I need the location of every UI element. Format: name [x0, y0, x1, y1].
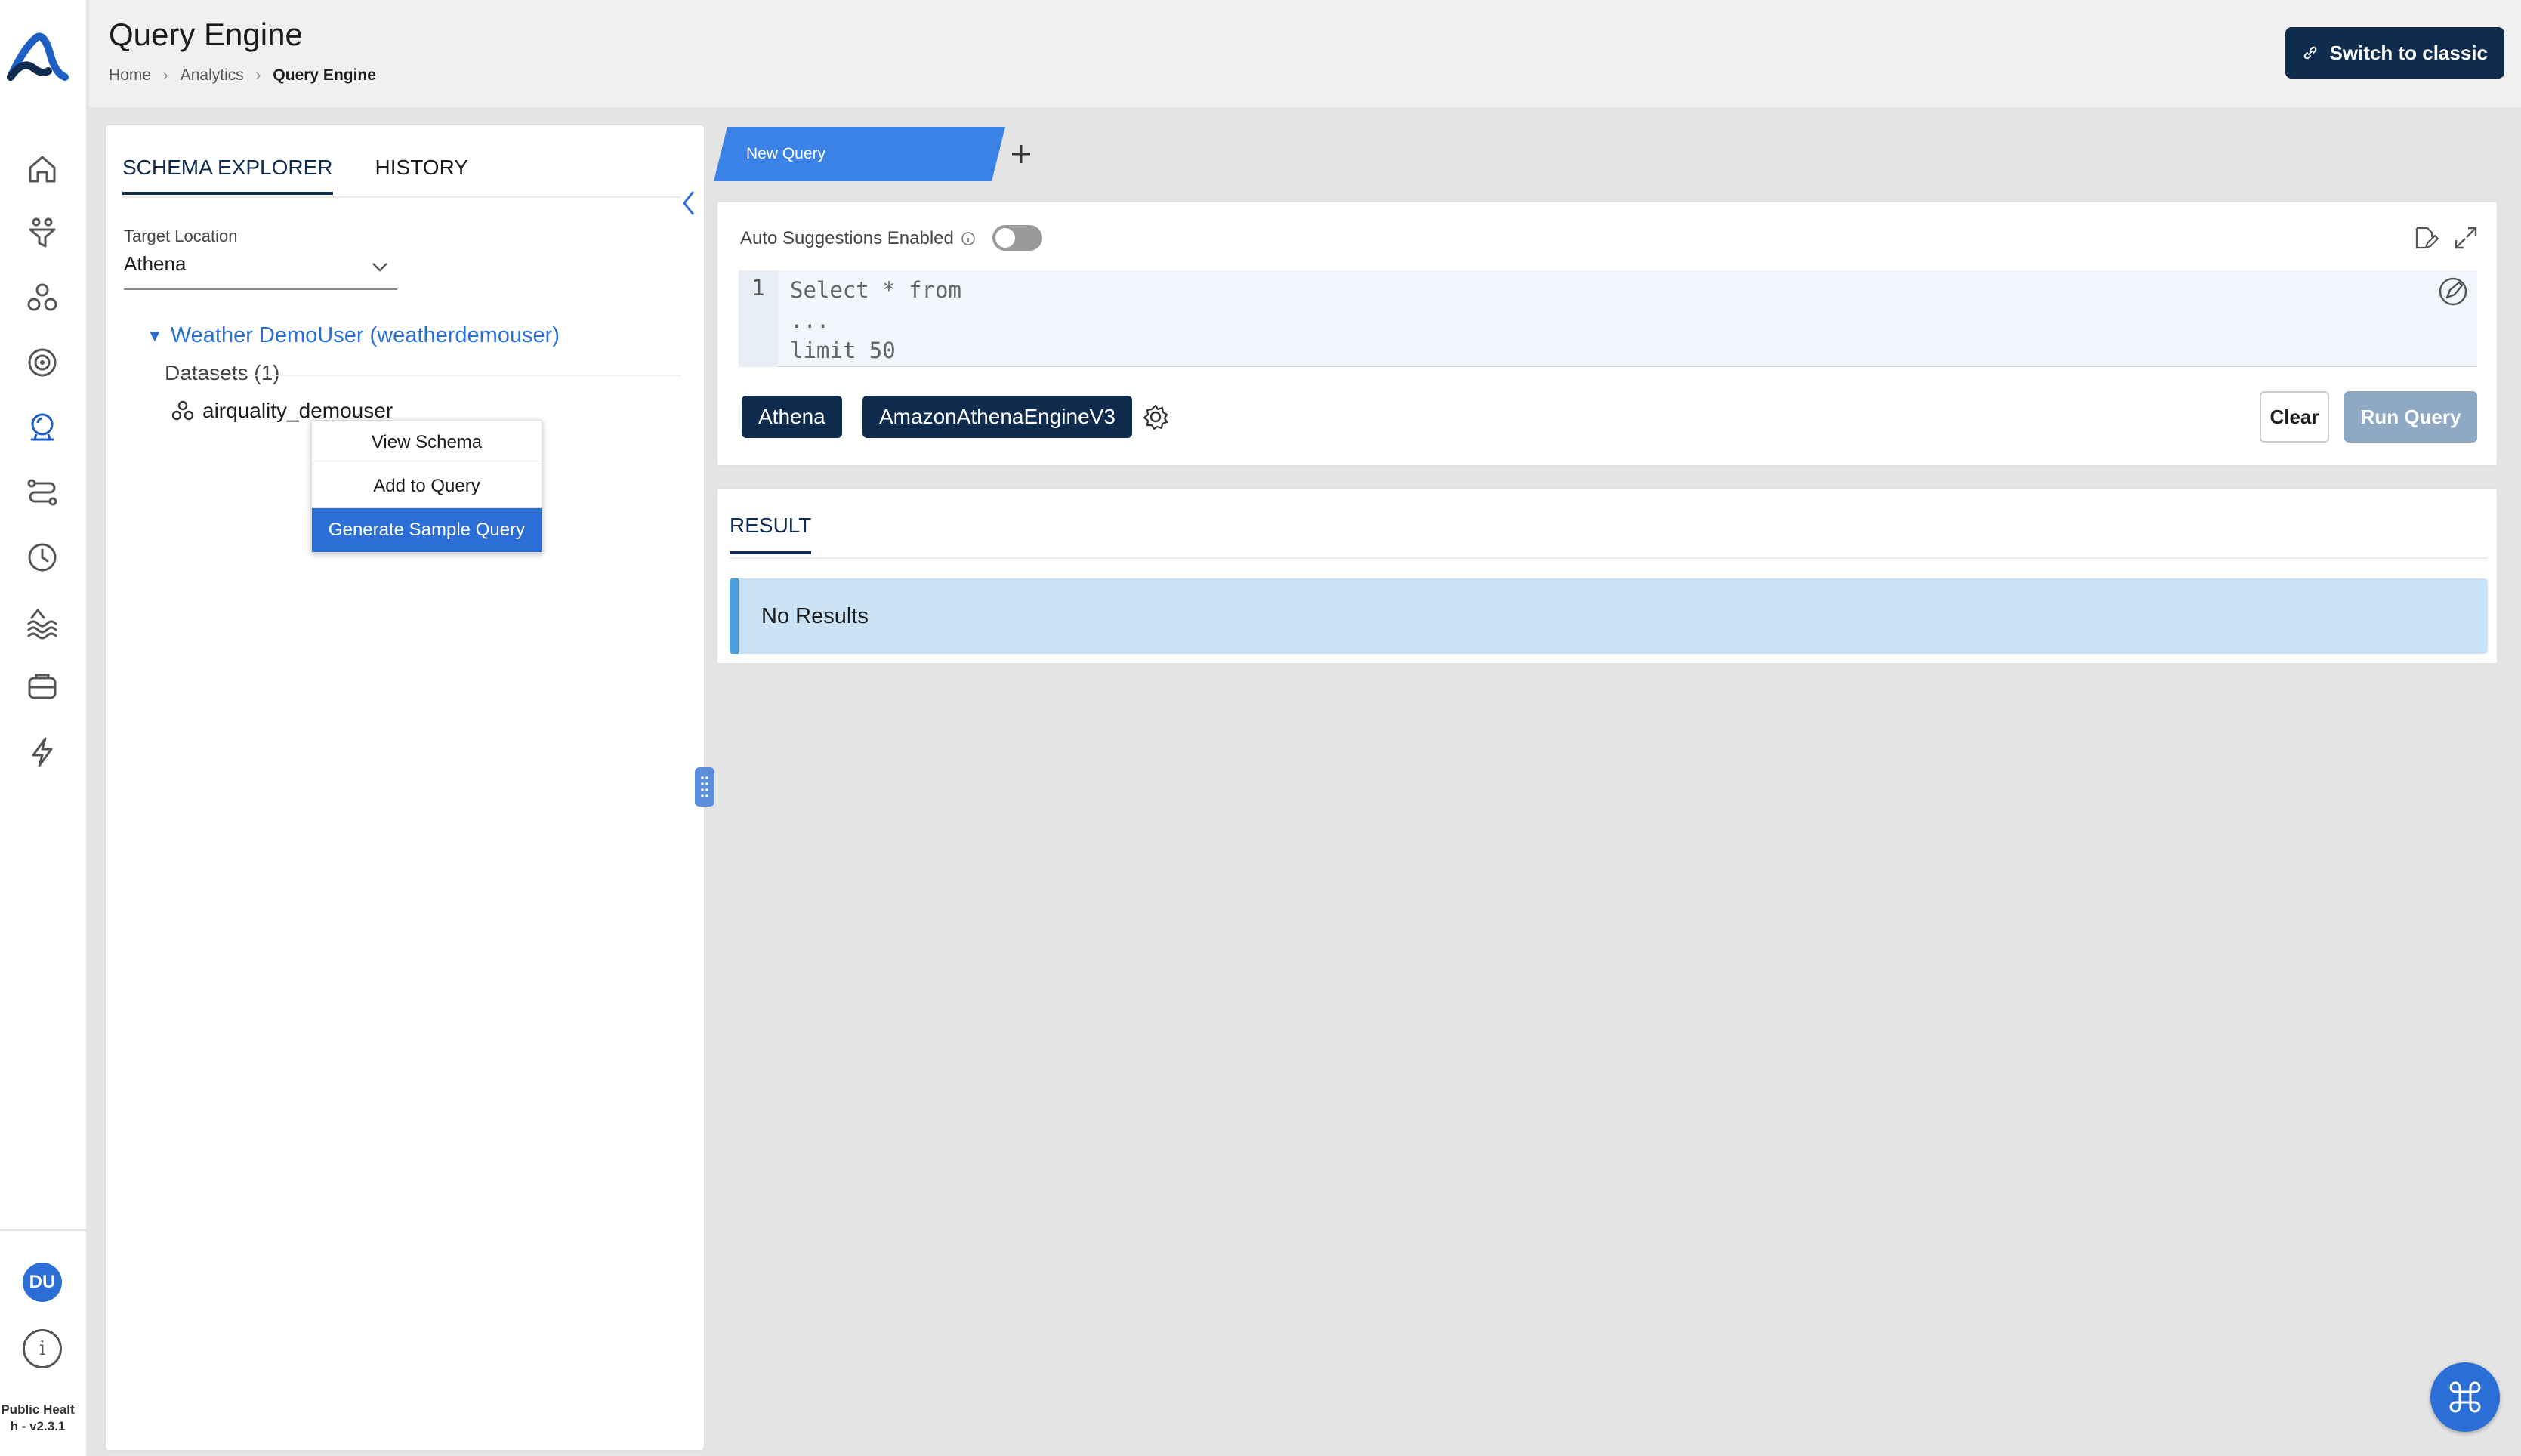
command-key-icon [2449, 1381, 2481, 1413]
target-location-label: Target Location [124, 227, 238, 245]
drag-dots-icon [701, 776, 708, 797]
caret-down-icon: ▼ [147, 325, 163, 345]
code-line: Select * from [790, 277, 961, 303]
gear-icon[interactable] [1140, 402, 1171, 432]
breadcrumb-home[interactable]: Home [109, 66, 151, 85]
auto-suggestions-text: Auto Suggestions Enabled [740, 228, 954, 248]
code-line: ... [790, 307, 830, 333]
breadcrumb-analytics[interactable]: Analytics [181, 66, 244, 85]
page-title: Query Engine [109, 17, 303, 52]
edit-document-icon[interactable] [2411, 224, 2439, 252]
dataset-context-menu: View Schema Add to Query Generate Sample… [311, 420, 542, 553]
breadcrumb-current: Query Engine [273, 66, 376, 84]
tab-new-query[interactable]: New Query [714, 127, 1005, 181]
menu-item-add-to-query[interactable]: Add to Query [312, 464, 542, 508]
target-icon[interactable] [21, 341, 63, 384]
code-line: limit 50 [790, 338, 896, 363]
command-palette-button[interactable] [2430, 1362, 2500, 1432]
schema-explorer-panel: SCHEMA EXPLORER HISTORY Target Location … [104, 124, 705, 1451]
menu-item-view-schema[interactable]: View Schema [312, 421, 542, 464]
switch-to-classic-label: Switch to classic [2329, 41, 2488, 64]
clear-button[interactable]: Clear [2260, 391, 2329, 443]
tab-result[interactable]: RESULT [730, 514, 812, 554]
data-lake-icon[interactable] [21, 601, 63, 643]
panel-resize-handle[interactable] [695, 767, 714, 807]
engine-chip-version[interactable]: AmazonAthenaEngineV3 [862, 396, 1132, 438]
no-results-alert: No Results [730, 578, 2488, 654]
toggle-knob [995, 228, 1015, 248]
tab-schema-explorer[interactable]: SCHEMA EXPLORER [122, 156, 333, 195]
chevron-right-icon: › [255, 66, 261, 84]
clock-icon[interactable] [21, 536, 63, 578]
version-text: Public Health - v2.3.1 [1, 1402, 75, 1433]
query-editor-card: Auto Suggestions Enabled 1 Select * from… [716, 201, 2498, 467]
info-icon[interactable]: i [23, 1329, 62, 1368]
target-location-select[interactable]: Athena [124, 252, 397, 290]
link-icon [2304, 46, 2317, 60]
datasets-group-label[interactable]: Datasets (1) [165, 361, 280, 385]
menu-item-generate-sample-query[interactable]: Generate Sample Query [312, 508, 542, 552]
result-card: RESULT No Results [716, 488, 2498, 665]
tabs-divider [122, 196, 681, 198]
breadcrumb: Home › Analytics › Query Engine [109, 66, 376, 85]
tree-owner-node[interactable]: ▼ Weather DemoUser (weatherdemouser) [147, 323, 560, 348]
owner-label: Weather DemoUser (weatherdemouser) [170, 323, 560, 347]
run-query-button[interactable]: Run Query [2344, 391, 2477, 443]
lightning-icon[interactable] [21, 731, 63, 773]
datasets-icon[interactable] [21, 276, 63, 319]
editor-toolbar [2411, 224, 2480, 252]
sql-code-editor[interactable]: 1 Select * from... limit 50 [739, 270, 2477, 367]
line-number-gutter: 1 [739, 270, 778, 367]
query-engine-icon[interactable] [21, 406, 63, 449]
switch-to-classic-button[interactable]: Switch to classic [2285, 27, 2504, 79]
sql-code-text[interactable]: Select * from... limit 50 [790, 275, 961, 366]
query-tab-label: New Query [746, 145, 826, 162]
tree-divider [175, 375, 681, 376]
filter-icon[interactable] [21, 211, 63, 254]
auto-suggestions-toggle[interactable] [992, 225, 1042, 251]
panel-tabs: SCHEMA EXPLORER HISTORY [122, 156, 468, 195]
expand-icon[interactable] [2452, 224, 2480, 252]
auto-suggestions-label: Auto Suggestions Enabled [740, 228, 977, 249]
storage-icon[interactable] [21, 666, 63, 708]
user-avatar[interactable]: DU [23, 1263, 62, 1302]
dataset-icon [171, 400, 194, 421]
collapse-panel-chevron-icon[interactable] [678, 186, 701, 221]
result-divider [730, 557, 2488, 559]
home-icon[interactable] [21, 148, 63, 190]
pipeline-icon[interactable] [21, 471, 63, 514]
ai-assist-icon[interactable] [2435, 273, 2471, 310]
left-nav-rail: DU i Public Health - v2.3.1 [0, 0, 88, 1456]
chevron-down-icon [372, 263, 387, 272]
engine-chip-athena[interactable]: Athena [742, 396, 842, 438]
info-circle-icon[interactable] [960, 230, 977, 247]
add-tab-plus-icon[interactable] [1004, 137, 1038, 171]
target-location-value: Athena [124, 252, 187, 275]
page-header: Query Engine Home › Analytics › Query En… [89, 0, 2521, 107]
tab-history[interactable]: HISTORY [375, 156, 468, 195]
brand-logo-icon[interactable] [5, 27, 74, 88]
chevron-right-icon: › [163, 66, 168, 84]
rail-divider [0, 1229, 88, 1231]
